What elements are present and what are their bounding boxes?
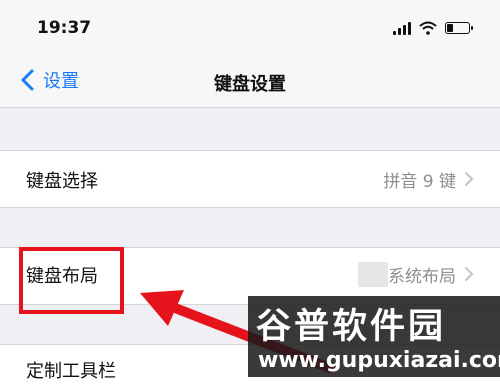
watermark-url: www.gupuxiazai.com xyxy=(258,348,500,373)
page-title: 键盘设置 xyxy=(214,74,286,95)
row-label: 定制工具栏 xyxy=(26,361,116,382)
settings-row-keyboard-selection[interactable]: 键盘选择 拼音 9 键 xyxy=(0,150,500,208)
cellular-signal-icon xyxy=(393,21,411,35)
status-icons xyxy=(393,21,473,35)
highlight-box xyxy=(19,247,124,314)
status-time: 19:37 xyxy=(37,18,92,38)
watermark: 谷普软件园 www.gupuxiazai.com xyxy=(248,296,500,377)
status-bar: 19:37 xyxy=(0,0,500,55)
row-value: 系统布局 xyxy=(358,262,456,287)
battery-icon xyxy=(445,22,473,34)
chevron-right-icon xyxy=(465,267,474,281)
row-label: 键盘选择 xyxy=(26,171,98,192)
row-value: 拼音 9 键 xyxy=(383,172,456,192)
wifi-icon xyxy=(419,21,437,35)
nav-bar: 设置 键盘设置 xyxy=(0,55,500,108)
chevron-right-icon xyxy=(465,172,474,186)
watermark-brand: 谷普软件园 xyxy=(256,307,447,347)
